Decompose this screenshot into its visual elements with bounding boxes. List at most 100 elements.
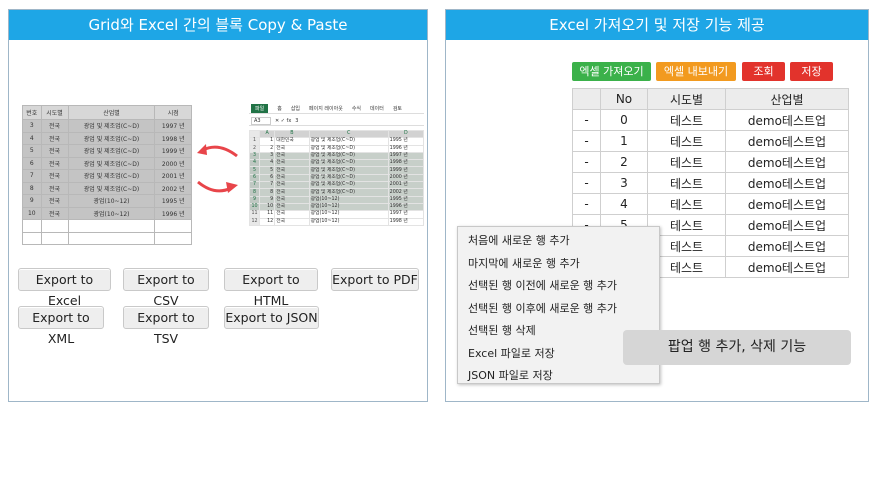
data-grid-cell[interactable]: 테스트 (647, 130, 726, 152)
data-grid-cell[interactable]: demo테스트업 (725, 214, 849, 236)
data-grid-row[interactable]: -2 테스트 demo테스트업 (572, 151, 849, 173)
context-menu-item[interactable]: 마지막에 새로운 행 추가 (458, 253, 659, 276)
export-csv-button[interactable]: Export to CSV (123, 268, 209, 308)
data-grid-cell[interactable]: 4 (600, 193, 648, 215)
data-grid-cell[interactable]: demo테스트업 (725, 256, 849, 278)
mini-grid-cell[interactable]: 2001 년 (154, 169, 192, 183)
data-grid-cell[interactable]: - (572, 109, 601, 131)
mini-grid-row[interactable]: 7 전국 광업 및 제조업(C~D) 2001 년 (22, 169, 192, 183)
export-xml-button[interactable]: Export to XML (18, 306, 104, 346)
data-grid-cell[interactable]: - (572, 151, 601, 173)
mini-grid-cell[interactable]: 광업(10~12) (67, 206, 156, 220)
mini-grid-cell[interactable]: 4 (22, 131, 42, 145)
data-grid-header-cell[interactable]: 산업별 (725, 88, 849, 110)
mini-grid-cell[interactable]: 8 (22, 181, 42, 195)
mini-grid-cell[interactable]: 전국 (40, 131, 69, 145)
mini-grid-header-cell[interactable]: 산업별 (67, 105, 156, 120)
data-grid-header-cell[interactable] (572, 88, 601, 110)
context-menu-item[interactable]: JSON 파일로 저장 (458, 365, 659, 388)
mini-grid-row[interactable]: 10 전국 광업(10~12) 1996 년 (22, 206, 192, 220)
data-grid-header-cell[interactable]: No (600, 88, 648, 110)
mini-grid-empty-row[interactable] (22, 231, 192, 245)
export-json-button[interactable]: Export to JSON (224, 306, 319, 329)
export-excel-button[interactable]: Export to Excel (18, 268, 111, 308)
data-grid-row[interactable]: -0 테스트 demo테스트업 (572, 109, 849, 131)
context-menu-item[interactable]: 선택된 행 이전에 새로운 행 추가 (458, 275, 659, 298)
data-grid-cell[interactable]: demo테스트업 (725, 130, 849, 152)
mini-grid-cell[interactable]: 10 (22, 206, 42, 220)
data-grid-cell[interactable]: - (572, 193, 601, 215)
data-grid-row[interactable]: -3 테스트 demo테스트업 (572, 172, 849, 194)
context-menu-item[interactable]: 처음에 새로운 행 추가 (458, 230, 659, 253)
data-grid-cell[interactable]: 2 (600, 151, 648, 173)
data-grid-cell[interactable]: demo테스트업 (725, 193, 849, 215)
mini-grid-row[interactable]: 9 전국 광업(10~12) 1995 년 (22, 194, 192, 208)
mini-grid-header-cell[interactable]: 시도별 (40, 105, 69, 120)
mini-grid-cell[interactable]: 1996 년 (154, 206, 192, 220)
data-grid-cell[interactable]: 테스트 (647, 193, 726, 215)
data-grid-cell[interactable]: demo테스트업 (725, 172, 849, 194)
mini-grid-cell[interactable]: 전국 (40, 119, 69, 133)
mini-grid-empty-row[interactable] (22, 219, 192, 233)
context-menu-item[interactable]: 선택된 행 이후에 새로운 행 추가 (458, 298, 659, 321)
mini-grid-cell[interactable]: 9 (22, 194, 42, 208)
data-grid-row[interactable]: -4 테스트 demo테스트업 (572, 193, 849, 215)
mini-grid[interactable]: 번호 시도별 산업별 시점 3 전국 광업 및 제조업(C~D) 1997 년 4 전국 광업 및… (22, 105, 192, 245)
mini-grid-cell[interactable] (40, 219, 69, 233)
save-button[interactable]: 저장 (790, 62, 833, 81)
mini-grid-cell[interactable]: 전국 (40, 169, 69, 183)
mini-grid-cell[interactable]: 3 (22, 119, 42, 133)
mini-grid-cell[interactable]: 1995 년 (154, 194, 192, 208)
mini-grid-cell[interactable]: 1999 년 (154, 144, 192, 158)
mini-grid-cell[interactable]: 전국 (40, 144, 69, 158)
mini-grid-cell[interactable]: 전국 (40, 206, 69, 220)
mini-grid-cell[interactable] (67, 231, 156, 245)
mini-grid-row[interactable]: 6 전국 광업 및 제조업(C~D) 2000 년 (22, 156, 192, 170)
data-grid-cell[interactable]: 1 (600, 130, 648, 152)
mini-grid-row[interactable]: 8 전국 광업 및 제조업(C~D) 2002 년 (22, 181, 192, 195)
data-grid-header-cell[interactable]: 시도별 (647, 88, 726, 110)
export-excel-top-button[interactable]: 엑셀 내보내기 (656, 62, 736, 81)
mini-grid-cell[interactable]: 광업 및 제조업(C~D) (67, 169, 156, 183)
mini-grid-row[interactable]: 3 전국 광업 및 제조업(C~D) 1997 년 (22, 119, 192, 133)
mini-grid-cell[interactable] (67, 219, 156, 233)
mini-grid-cell[interactable]: 2000 년 (154, 156, 192, 170)
mini-grid-row[interactable]: 4 전국 광업 및 제조업(C~D) 1998 년 (22, 131, 192, 145)
mini-grid-cell[interactable]: 광업 및 제조업(C~D) (67, 119, 156, 133)
mini-grid-cell[interactable]: 6 (22, 156, 42, 170)
mini-grid-cell[interactable] (154, 231, 192, 245)
data-grid-cell[interactable]: 3 (600, 172, 648, 194)
data-grid-cell[interactable]: - (572, 172, 601, 194)
mini-grid-cell[interactable]: 광업 및 제조업(C~D) (67, 131, 156, 145)
mini-grid-cell[interactable]: 1997 년 (154, 119, 192, 133)
data-grid-cell[interactable]: demo테스트업 (725, 151, 849, 173)
data-grid-cell[interactable]: 테스트 (647, 172, 726, 194)
export-pdf-button[interactable]: Export to PDF (331, 268, 419, 291)
data-grid-cell[interactable]: - (572, 130, 601, 152)
mini-grid-cell[interactable] (40, 231, 69, 245)
mini-grid-cell[interactable]: 광업 및 제조업(C~D) (67, 156, 156, 170)
mini-grid-cell[interactable] (22, 231, 42, 245)
mini-grid-header-cell[interactable]: 번호 (22, 105, 42, 120)
mini-grid-cell[interactable]: 전국 (40, 181, 69, 195)
mini-grid-cell[interactable]: 광업 및 제조업(C~D) (67, 181, 156, 195)
mini-grid-row[interactable]: 5 전국 광업 및 제조업(C~D) 1999 년 (22, 144, 192, 158)
mini-grid-header-cell[interactable]: 시점 (154, 105, 192, 120)
mini-grid-cell[interactable]: 광업(10~12) (67, 194, 156, 208)
data-grid-cell[interactable]: 테스트 (647, 109, 726, 131)
mini-grid-cell[interactable]: 7 (22, 169, 42, 183)
mini-grid-cell[interactable] (154, 219, 192, 233)
mini-grid-cell[interactable]: 전국 (40, 194, 69, 208)
mini-grid-cell[interactable] (22, 219, 42, 233)
export-html-button[interactable]: Export to HTML (224, 268, 318, 308)
mini-grid-cell[interactable]: 광업 및 제조업(C~D) (67, 144, 156, 158)
data-grid-row[interactable]: -1 테스트 demo테스트업 (572, 130, 849, 152)
mini-grid-cell[interactable]: 1998 년 (154, 131, 192, 145)
mini-grid-cell[interactable]: 전국 (40, 156, 69, 170)
data-grid-cell[interactable]: demo테스트업 (725, 109, 849, 131)
mini-grid-cell[interactable]: 2002 년 (154, 181, 192, 195)
data-grid-cell[interactable]: 테스트 (647, 151, 726, 173)
search-button[interactable]: 조회 (742, 62, 785, 81)
data-grid-cell[interactable]: demo테스트업 (725, 235, 849, 257)
data-grid-cell[interactable]: 0 (600, 109, 648, 131)
